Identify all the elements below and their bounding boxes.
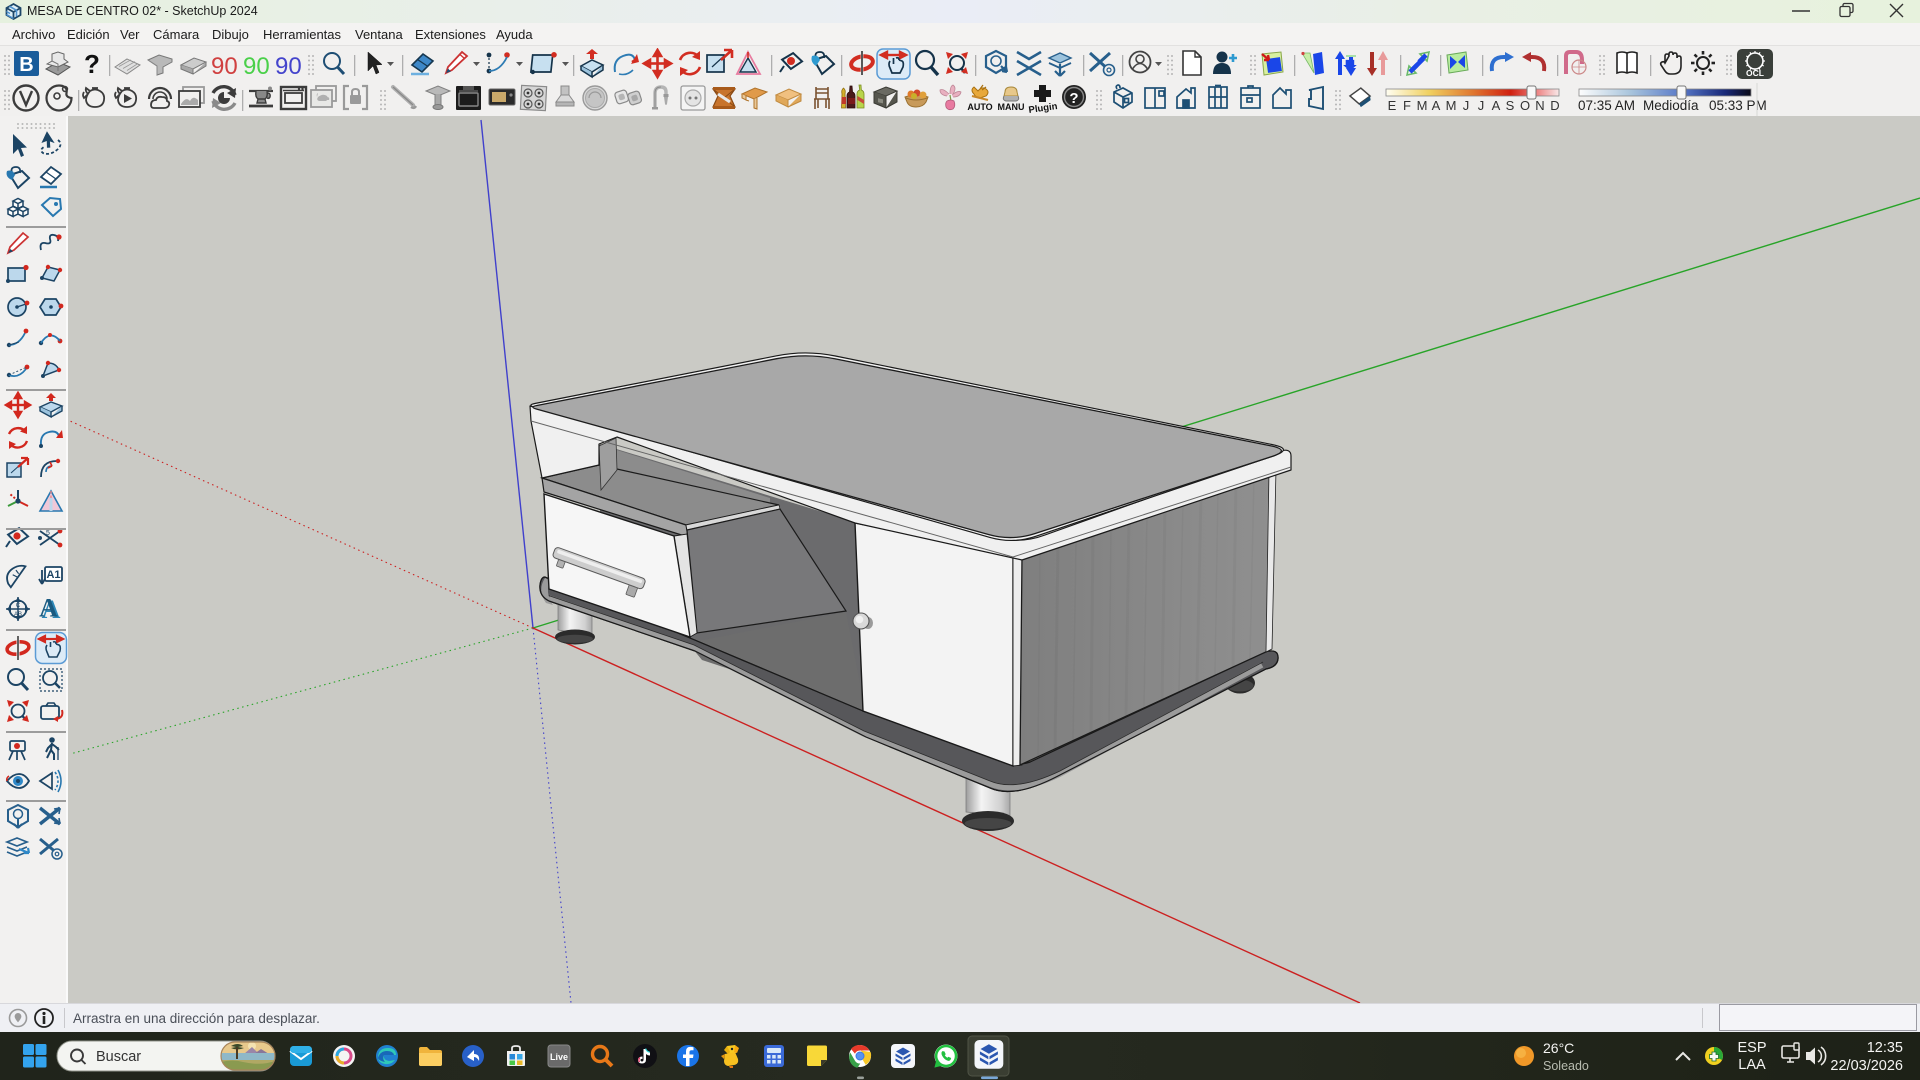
svg-text:Buscar: Buscar xyxy=(96,1049,141,1065)
svg-text:?: ? xyxy=(84,49,100,79)
svg-text:OCL: OCL xyxy=(1746,68,1764,78)
svg-text:Plugin: Plugin xyxy=(1028,101,1058,116)
svg-text:O: O xyxy=(1520,98,1530,113)
svg-text:05:33 PM: 05:33 PM xyxy=(1709,98,1767,113)
svg-text:5: 5 xyxy=(46,530,50,537)
svg-text:A: A xyxy=(39,594,58,623)
svg-text:LAA: LAA xyxy=(1738,1057,1766,1073)
svg-text:90: 90 xyxy=(243,53,270,80)
svg-text:J: J xyxy=(1463,98,1470,113)
svg-text:F: F xyxy=(1403,98,1411,113)
svg-text:B: B xyxy=(19,54,33,76)
svg-text:AUTO: AUTO xyxy=(967,102,992,112)
svg-text:M: M xyxy=(1446,98,1457,113)
svg-text:C: C xyxy=(16,603,21,609)
svg-text:A1: A1 xyxy=(46,569,60,581)
svg-text:A: A xyxy=(1432,98,1441,113)
svg-text:07:35 AM: 07:35 AM xyxy=(1578,98,1635,113)
svg-text:N: N xyxy=(1535,98,1544,113)
svg-text:A: A xyxy=(1492,98,1501,113)
svg-text:12:35: 12:35 xyxy=(1867,1040,1903,1056)
svg-text:Live: Live xyxy=(550,1052,568,1062)
svg-text:26°C: 26°C xyxy=(1543,1040,1574,1056)
svg-text:J: J xyxy=(1478,98,1485,113)
svg-text:22/03/2026: 22/03/2026 xyxy=(1830,1058,1903,1074)
svg-text:90: 90 xyxy=(275,53,302,80)
svg-text:90: 90 xyxy=(211,53,238,80)
svg-text:?: ? xyxy=(1069,90,1078,107)
svg-text:S: S xyxy=(1506,98,1515,113)
svg-text:Mediodía: Mediodía xyxy=(1643,98,1699,113)
svg-text:M: M xyxy=(1417,98,1428,113)
svg-text:MANU: MANU xyxy=(998,102,1025,112)
svg-text:E: E xyxy=(1388,98,1397,113)
svg-text:D: D xyxy=(1550,98,1559,113)
svg-text:AB: AB xyxy=(14,612,22,618)
svg-text:ESP: ESP xyxy=(1737,1040,1766,1056)
svg-text:Soleado: Soleado xyxy=(1543,1059,1589,1073)
